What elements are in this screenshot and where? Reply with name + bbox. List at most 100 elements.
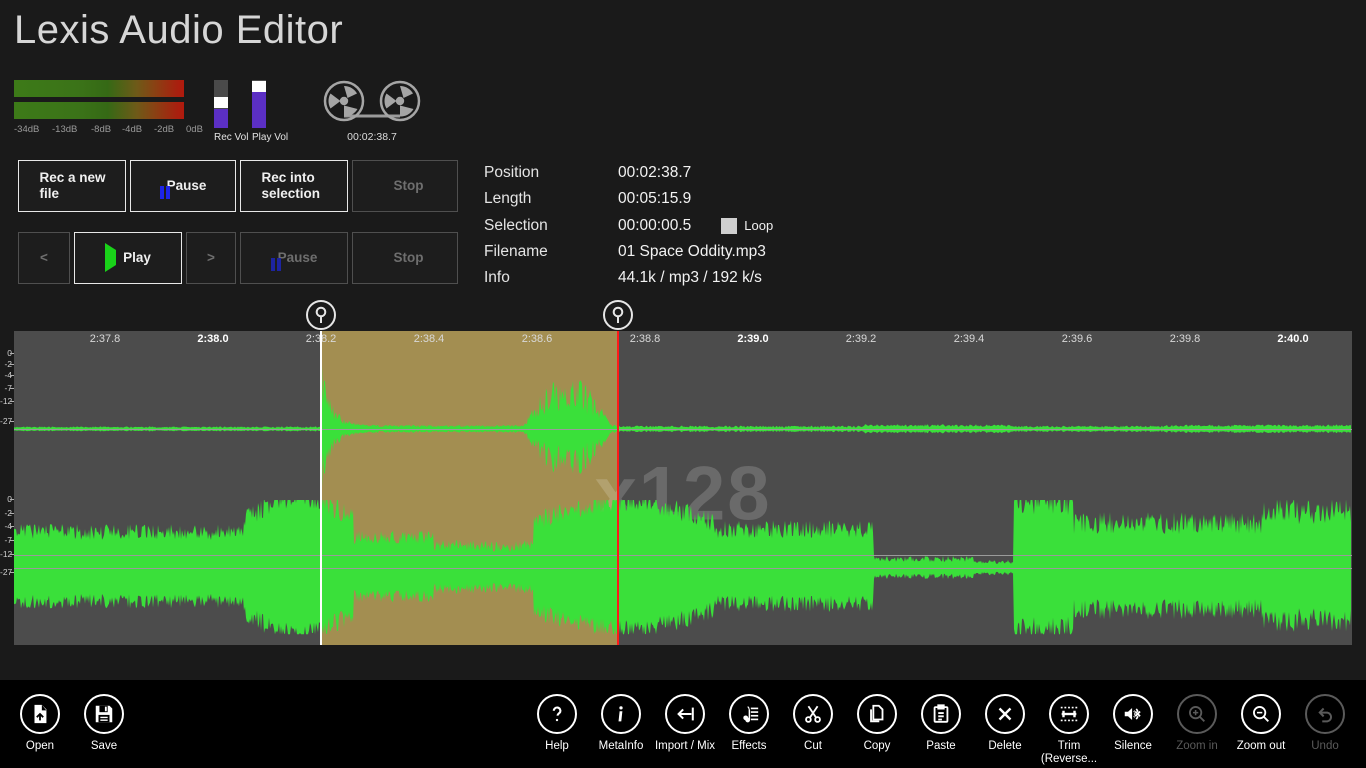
play-vol[interactable]: Play Vol <box>252 80 288 143</box>
db-tick <box>10 554 14 555</box>
stop-play-button-label: Stop <box>393 250 424 266</box>
silence-button-label: Silence <box>1114 740 1152 752</box>
paste-icon <box>921 694 961 734</box>
db-tick <box>10 353 14 354</box>
trim-button-label: Trim <box>1057 740 1081 752</box>
channel-1-axis <box>14 429 1352 430</box>
info-icon <box>601 694 641 734</box>
ruler-tick-label: 2:37.8 <box>89 333 121 345</box>
silence-button[interactable]: Silence <box>1097 694 1169 753</box>
channel-2-axis <box>14 568 1352 569</box>
waveform-channel <box>14 500 1351 635</box>
rec-a-new-file-button[interactable]: Rec a new file <box>18 160 126 212</box>
pause-record-button[interactable]: Pause <box>130 160 236 212</box>
db-tick <box>10 540 14 541</box>
trim-button[interactable]: Trim (Reverse... <box>1033 694 1105 766</box>
trim-button-label-2: (Reverse... <box>1040 753 1098 766</box>
waveform-canvas[interactable]: x128 <box>14 350 1352 645</box>
copy-button[interactable]: Copy <box>841 694 913 753</box>
info-key: Filename <box>484 243 548 261</box>
play-vol-fill <box>252 90 266 128</box>
info-key: Info <box>484 269 510 287</box>
save-button-label: Save <box>90 740 118 752</box>
undo-button-label: Undo <box>1311 740 1339 752</box>
open-button[interactable]: Open <box>4 694 76 753</box>
waveform-editor[interactable]: 2:37.82:38.02:38.22:38.42:38.62:38.82:39… <box>0 300 1366 645</box>
info-key: Length <box>484 190 532 208</box>
rec-vol[interactable]: Rec Vol <box>214 80 248 143</box>
paste-button-label: Paste <box>926 740 956 752</box>
db-tick <box>10 375 14 376</box>
rec-a-new-file-button-label: Rec a new file <box>39 170 106 201</box>
play-vol-track[interactable] <box>252 80 266 128</box>
copy-button-label: Copy <box>863 740 891 752</box>
import-mix-button-label: Import / Mix <box>654 740 716 752</box>
import-mix-button[interactable]: Import / Mix <box>649 694 721 753</box>
ruler-tick-label: 2:39.0 <box>737 333 769 345</box>
help-button-label: Help <box>545 740 569 752</box>
info-key: Position <box>484 164 540 182</box>
zoom-out-button[interactable]: Zoom out <box>1225 694 1297 753</box>
pause-play-button: Pause <box>240 232 348 284</box>
trim-icon <box>1049 694 1089 734</box>
stop-play-button: Stop <box>352 232 458 284</box>
metainfo-button-label: MetaInfo <box>598 740 644 752</box>
app-window: Lexis Audio Editor -34dB -13dB -8dB -4dB -2d… <box>0 0 1366 768</box>
ruler-tick-label: 2:40.0 <box>1277 333 1309 345</box>
loop-label: Loop <box>744 218 774 234</box>
help-button[interactable]: Help <box>521 694 593 753</box>
meter-scale-label: 0dB <box>186 124 203 135</box>
reel-time-display: 00:02:38.7 <box>347 131 397 143</box>
rec-vol-fill <box>214 108 228 128</box>
meter-scale-label: -4dB <box>122 124 143 135</box>
step-fwd-button: > <box>186 232 236 284</box>
cut-button-label: Cut <box>804 740 822 752</box>
effects-button[interactable]: Effects <box>713 694 785 753</box>
step-back-button-label: < <box>40 250 48 266</box>
db-tick <box>10 401 14 402</box>
meter-scale-label: -2dB <box>154 124 175 135</box>
effects-button-label: Effects <box>731 740 767 752</box>
info-row: Position 00:02:38.7 <box>484 160 773 186</box>
open-icon <box>20 694 60 734</box>
ruler-tick-label: 2:39.8 <box>1169 333 1201 345</box>
play-vol-knob[interactable] <box>252 80 266 92</box>
info-row: Filename 01 Space Oddity.mp3 <box>484 239 773 265</box>
question-icon <box>537 694 577 734</box>
info-row: Length 00:05:15.9 <box>484 186 773 212</box>
cut-button[interactable]: Cut <box>777 694 849 753</box>
info-value: 00:02:38.7 <box>618 164 692 182</box>
tape-reels: 00:02:38.7 <box>322 80 422 143</box>
info-value: 00:00:00.5 <box>618 216 692 234</box>
selection-start-cursor[interactable] <box>320 331 322 645</box>
ruler-tick-label: 2:38.8 <box>629 333 661 345</box>
rec-vol-track[interactable] <box>214 80 228 128</box>
ruler-tick-label: 2:38.4 <box>413 333 445 345</box>
delete-button[interactable]: Delete <box>969 694 1041 753</box>
undo-button: Undo <box>1289 694 1361 753</box>
loop-toggle[interactable]: Loop <box>721 217 774 234</box>
rec-into-selection-button[interactable]: Rec into selection <box>240 160 348 212</box>
db-tick <box>10 513 14 514</box>
loop-checkbox[interactable] <box>721 217 738 234</box>
db-tick <box>10 364 14 365</box>
delete-button-label: Delete <box>988 740 1022 752</box>
paste-button[interactable]: Paste <box>905 694 977 753</box>
meter-scale-label: -8dB <box>91 124 112 135</box>
stop-record-button: Stop <box>352 160 458 212</box>
save-button[interactable]: Save <box>68 694 140 753</box>
meter-scale-label: -13dB <box>52 124 78 135</box>
rec-vol-knob[interactable] <box>214 97 228 109</box>
close-x-icon <box>985 694 1025 734</box>
selection-end-handle[interactable] <box>603 300 633 330</box>
play-triangle-icon <box>105 243 117 273</box>
db-tick <box>10 499 14 500</box>
metainfo-button[interactable]: MetaInfo <box>585 694 657 753</box>
timeline-ruler[interactable]: 2:37.82:38.02:38.22:38.42:38.62:38.82:39… <box>14 331 1352 350</box>
play-button[interactable]: Play <box>74 232 182 284</box>
rec-vol-label: Rec Vol <box>214 132 249 143</box>
playhead-cursor[interactable] <box>617 331 619 645</box>
selection-start-handle[interactable] <box>306 300 336 330</box>
play-button-label: Play <box>123 250 151 266</box>
ruler-tick-label: 2:39.6 <box>1061 333 1093 345</box>
